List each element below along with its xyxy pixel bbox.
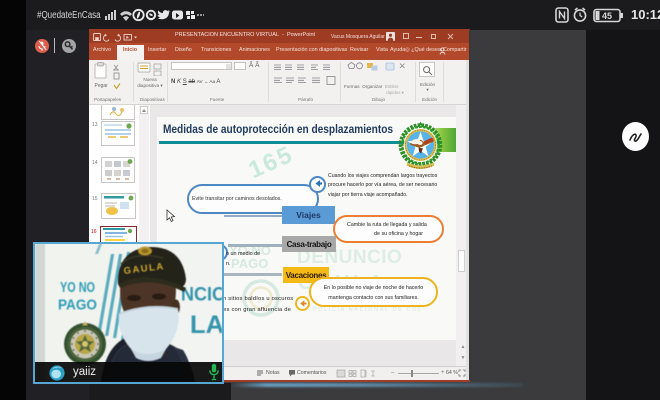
svg-text:Pegar: Pegar	[95, 83, 109, 89]
svg-text:LA: LA	[190, 311, 222, 339]
svg-text:NCIO: NCIO	[181, 285, 222, 306]
svg-text:YO NO: YO NO	[60, 280, 95, 296]
svg-text:PAGO: PAGO	[58, 297, 97, 314]
svg-text:45: 45	[602, 11, 612, 21]
